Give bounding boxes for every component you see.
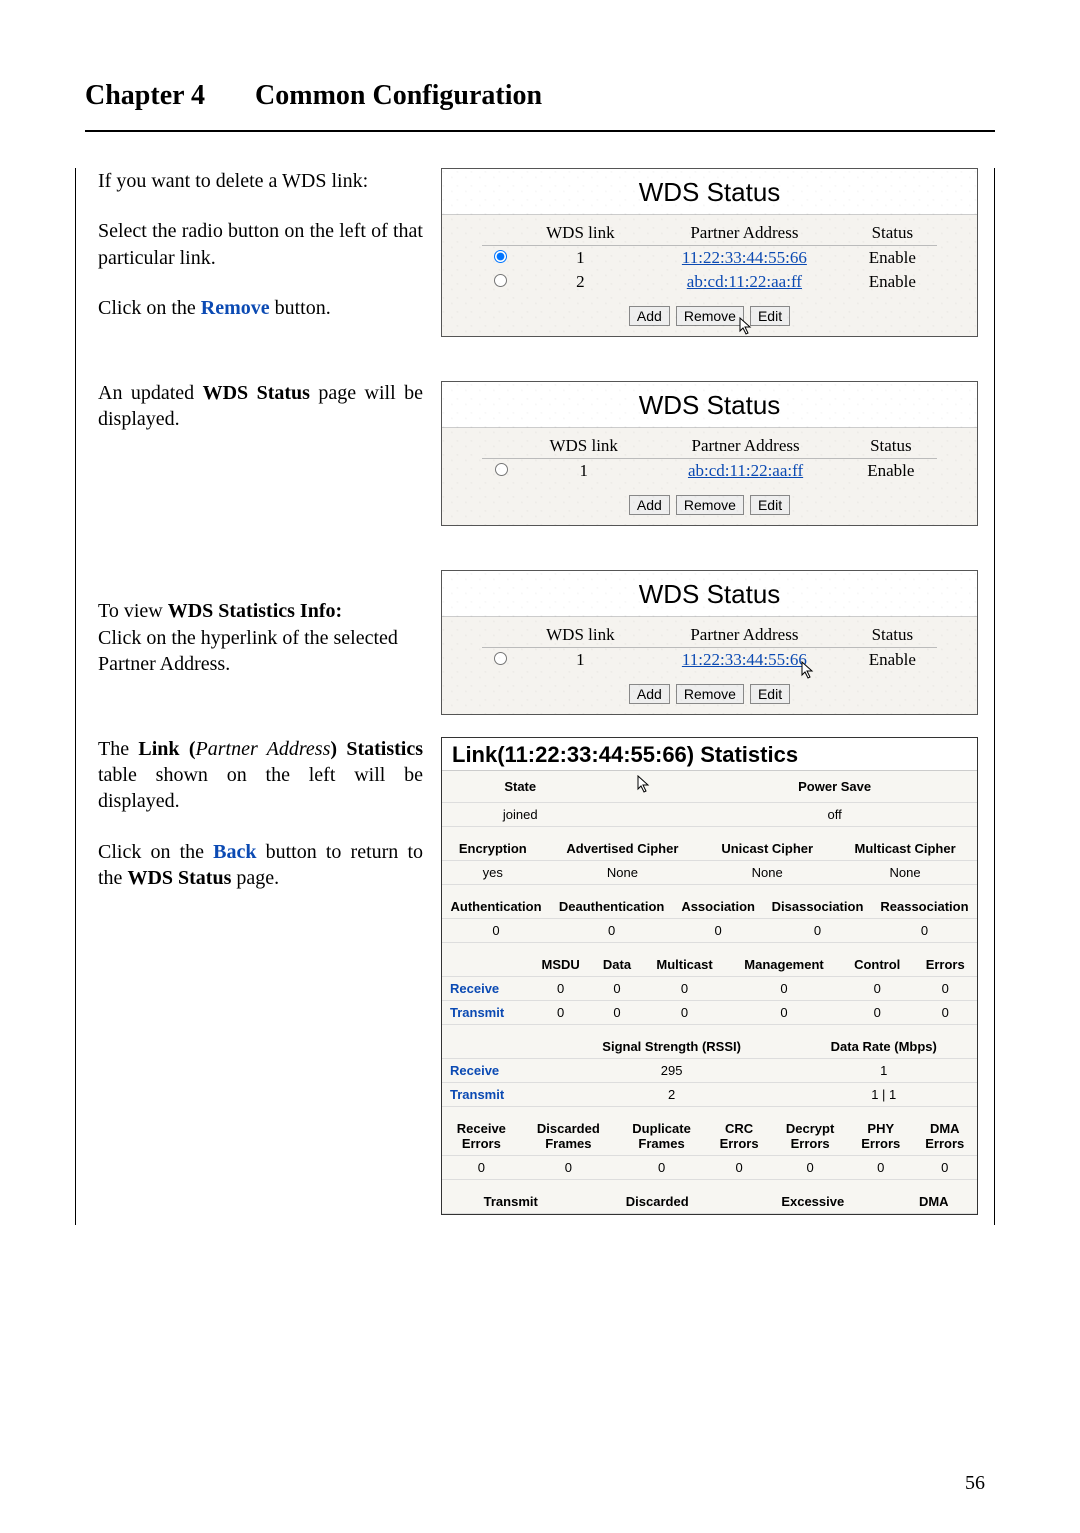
remove-label: Remove [201,297,270,319]
table-row: 1 11:22:33:44:55:66 Enable [482,648,937,673]
paragraph: Select the radio button on the left of t… [98,218,423,271]
stats-title: Link(11:22:33:44:55:66) Statistics [442,738,977,771]
partner-address-link[interactable]: ab:cd:11:22:aa:ff [687,272,802,291]
panel-title: WDS Status [442,169,977,215]
row-radio[interactable] [494,250,507,263]
paragraph: To view WDS Statistics Info: Click on th… [98,598,423,677]
heading-rule [85,130,995,132]
wds-table: WDS link Partner Address Status 1 11:22:… [482,623,937,672]
link-statistics-panel: Link(11:22:33:44:55:66) Statistics State… [441,737,978,1215]
edit-button[interactable]: Edit [750,684,790,704]
paragraph: If you want to delete a WDS link: [98,168,423,194]
table-row: 1 11:22:33:44:55:66 Enable [482,246,937,271]
add-button[interactable]: Add [629,306,670,326]
paragraph: Click on the Back button to return to th… [98,839,423,892]
table-row: 1 ab:cd:11:22:aa:ff Enable [482,459,937,484]
panel-title: WDS Status [442,571,977,617]
partner-address-link[interactable]: 11:22:33:44:55:66 [682,248,807,267]
row-radio[interactable] [495,463,508,476]
add-button[interactable]: Add [629,684,670,704]
edit-button[interactable]: Edit [750,495,790,515]
add-button[interactable]: Add [629,495,670,515]
panel-title: WDS Status [442,382,977,428]
wds-status-panel-3: WDS Status WDS link Partner Address Stat… [441,570,978,715]
page-number: 56 [965,1472,985,1495]
wds-table: WDS link Partner Address Status 1 11:22:… [482,221,937,294]
wds-status-panel-2: WDS Status WDS link Partner Address Stat… [441,381,978,526]
paragraph: An updated WDS Status page will be displ… [98,380,423,433]
partner-address-link[interactable]: ab:cd:11:22:aa:ff [688,461,803,480]
remove-button[interactable]: Remove [676,495,744,515]
row-radio[interactable] [494,274,507,287]
partner-address-link[interactable]: 11:22:33:44:55:66 [682,650,807,669]
wds-status-panel-1: WDS Status WDS link Partner Address Stat… [441,168,978,337]
paragraph: Click on the Remove button. [98,295,423,321]
row-radio[interactable] [494,652,507,665]
wds-table: WDS link Partner Address Status 1 ab:cd:… [482,434,937,483]
table-row: 2 ab:cd:11:22:aa:ff Enable [482,270,937,294]
back-label: Back [213,841,256,863]
remove-button[interactable]: Remove [676,684,744,704]
remove-button[interactable]: Remove [676,306,744,326]
paragraph: The Link (Partner Address) Statistics ta… [98,736,423,815]
chapter-heading: Chapter 4Common Configuration [85,80,995,112]
edit-button[interactable]: Edit [750,306,790,326]
cursor-icon [637,783,653,798]
